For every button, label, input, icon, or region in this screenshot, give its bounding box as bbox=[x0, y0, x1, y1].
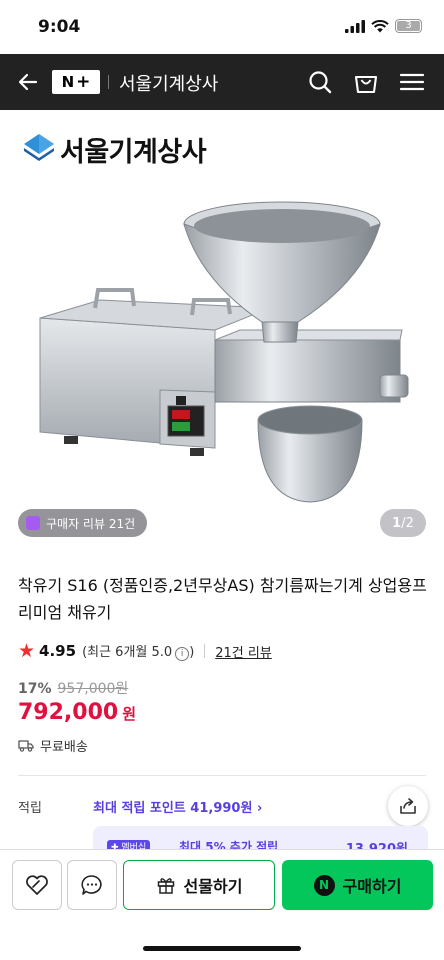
naver-plus-logo[interactable]: N + bbox=[52, 70, 100, 94]
heart-icon bbox=[26, 875, 48, 895]
rating-divider bbox=[204, 644, 206, 658]
page-total: /2 bbox=[401, 515, 414, 531]
wishlist-button[interactable] bbox=[12, 860, 62, 910]
status-time: 9:04 bbox=[38, 17, 81, 37]
status-bar: 9:04 3 bbox=[0, 0, 444, 54]
wifi-icon bbox=[371, 19, 389, 32]
talk-talk-button[interactable] bbox=[67, 860, 117, 910]
rating-recent: (최근 6개월 5.0 i) bbox=[82, 641, 194, 661]
discount-row: 17% 957,000원 bbox=[18, 678, 128, 698]
buy-button[interactable]: N 구매하기 bbox=[282, 860, 433, 910]
rating-value: 4.95 bbox=[39, 642, 77, 660]
review-count-link[interactable]: 21건 리뷰 bbox=[215, 642, 272, 661]
store-logo-icon bbox=[24, 134, 54, 161]
page-current: 1 bbox=[392, 515, 402, 531]
buyer-review-badge[interactable]: 구매자 리뷰 21건 bbox=[18, 509, 148, 537]
star-icon: ★ bbox=[18, 640, 36, 662]
price-row: 792,000 원 bbox=[18, 700, 136, 725]
discount-rate: 17% bbox=[18, 681, 52, 697]
battery-level: 3 bbox=[405, 20, 412, 31]
truck-icon bbox=[18, 740, 34, 752]
gift-button[interactable]: 선물하기 bbox=[123, 860, 275, 910]
top-nav-bar: N + 서울기계상사 bbox=[0, 54, 444, 110]
product-title: 착유기 S16 (정품인증,2년무상AS) 참기름짜는기계 상업용프리미엄 채유… bbox=[18, 576, 427, 622]
gift-button-label: 선물하기 bbox=[183, 877, 243, 896]
gallery-page-indicator: 1/2 bbox=[380, 509, 426, 537]
logo-plus: + bbox=[76, 72, 91, 92]
info-icon[interactable]: i bbox=[175, 647, 190, 661]
share-icon bbox=[400, 798, 416, 814]
nav-store-name[interactable]: 서울기계상사 bbox=[119, 70, 218, 96]
logo-n: N bbox=[61, 73, 75, 91]
buy-button-label: 구매하기 bbox=[342, 877, 402, 896]
shipping-text: 무료배송 bbox=[40, 740, 88, 755]
section-divider bbox=[18, 775, 426, 776]
rating-recent-text: (최근 6개월 5.0 bbox=[82, 645, 173, 660]
home-indicator[interactable] bbox=[143, 946, 301, 951]
naver-pay-icon: N bbox=[313, 874, 335, 896]
store-name: 서울기계상사 bbox=[60, 137, 207, 168]
menu-icon[interactable] bbox=[398, 68, 426, 96]
rating-recent-close: ) bbox=[189, 645, 195, 660]
original-price: 957,000원 bbox=[57, 681, 129, 697]
share-button[interactable] bbox=[388, 786, 428, 826]
status-icons: 3 bbox=[345, 19, 422, 33]
sale-price: 792,000 bbox=[18, 700, 119, 725]
bottom-action-bar: 선물하기 N 구매하기 bbox=[0, 849, 444, 960]
points-label: 적립 bbox=[18, 801, 42, 816]
review-badge-text: 구매자 리뷰 21건 bbox=[46, 516, 136, 531]
chat-icon bbox=[81, 875, 102, 895]
search-icon[interactable] bbox=[306, 68, 334, 96]
signal-icon bbox=[345, 19, 365, 33]
store-header[interactable]: 서울기계상사 bbox=[0, 110, 444, 180]
product-image-gallery[interactable]: 구매자 리뷰 21건 1/2 bbox=[0, 180, 444, 552]
nav-divider bbox=[108, 75, 109, 89]
rating-row: ★ 4.95 (최근 6개월 5.0 i) 21건 리뷰 bbox=[18, 640, 272, 662]
max-points-link[interactable]: 최대 적립 포인트 41,990원 › bbox=[93, 797, 262, 816]
review-chat-icon bbox=[26, 516, 40, 530]
gift-icon bbox=[157, 878, 174, 894]
price-unit: 원 bbox=[122, 705, 137, 723]
shopping-bag-icon[interactable] bbox=[352, 68, 380, 96]
battery-icon: 3 bbox=[395, 19, 422, 33]
shipping-row: 무료배송 bbox=[18, 736, 88, 755]
back-arrow-icon[interactable] bbox=[14, 68, 42, 96]
product-image bbox=[39, 201, 409, 503]
